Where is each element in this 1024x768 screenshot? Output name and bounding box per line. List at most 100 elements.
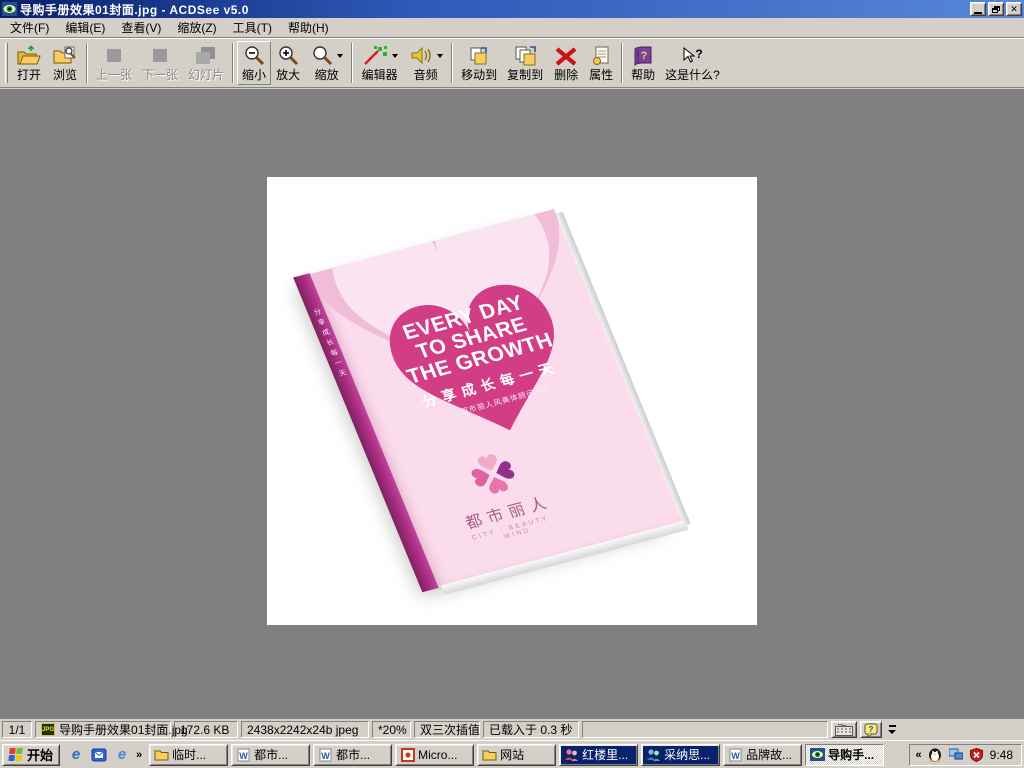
zoom-menu-button[interactable]: 缩放 bbox=[305, 41, 348, 85]
task-label: 网站 bbox=[500, 746, 524, 763]
task-word-doc-2[interactable]: W 都市... bbox=[313, 744, 392, 766]
help-bubble-icon: ? bbox=[864, 723, 878, 737]
menu-zoom[interactable]: 缩放(Z) bbox=[169, 17, 224, 38]
help-book-icon: ? bbox=[631, 45, 655, 67]
properties-label: 属性 bbox=[589, 68, 613, 82]
delete-label: 删除 bbox=[554, 68, 578, 82]
close-icon: ✕ bbox=[1010, 4, 1018, 15]
previous-icon bbox=[101, 45, 127, 67]
zoom-in-button[interactable]: 放大 bbox=[271, 41, 305, 85]
toolbar-separator bbox=[351, 43, 353, 83]
restore-button[interactable] bbox=[988, 2, 1004, 16]
delete-button[interactable]: 删除 bbox=[548, 41, 584, 85]
status-filesize: 172.6 KB bbox=[174, 721, 238, 738]
menu-tools[interactable]: 工具(T) bbox=[225, 17, 280, 38]
task-word-doc-3[interactable]: W 品牌故... bbox=[723, 744, 802, 766]
acdsee-app-icon bbox=[2, 2, 17, 16]
mail-window-icon bbox=[91, 747, 107, 763]
system-tray: « 9:48 bbox=[909, 744, 1022, 766]
ie-icon[interactable]: e bbox=[67, 746, 85, 764]
help-button[interactable]: ? 帮助 bbox=[626, 41, 660, 85]
chevron-down-icon bbox=[437, 54, 443, 58]
menu-file[interactable]: 文件(F) bbox=[2, 17, 57, 38]
status-help-button[interactable]: ? bbox=[860, 721, 882, 738]
quick-launch: e e » bbox=[63, 746, 146, 764]
whats-this-button[interactable]: ? 这是什么? bbox=[660, 41, 725, 85]
whats-this-label: 这是什么? bbox=[665, 68, 720, 82]
qq-penguin-icon[interactable] bbox=[927, 747, 943, 763]
toolbar: 打开 浏览 上一张 下一张 幻灯片 bbox=[0, 39, 1024, 88]
task-label: 临时... bbox=[172, 746, 206, 763]
close-button[interactable]: ✕ bbox=[1006, 2, 1022, 16]
open-button[interactable]: 打开 bbox=[11, 41, 47, 85]
audio-button[interactable]: 音频 bbox=[403, 41, 448, 85]
task-label: 都市... bbox=[336, 746, 370, 763]
antivirus-shield-icon[interactable] bbox=[969, 747, 985, 763]
status-zoom-level: *20% bbox=[372, 721, 411, 738]
editor-label: 编辑器 bbox=[362, 68, 398, 82]
browse-icon bbox=[52, 45, 78, 67]
statusbar-resize-gadget[interactable] bbox=[885, 721, 899, 738]
jpg-file-icon: JPG bbox=[41, 723, 55, 736]
toolbar-gripper[interactable] bbox=[5, 43, 8, 83]
open-folder-icon bbox=[16, 45, 42, 67]
word-icon: W bbox=[318, 748, 333, 762]
svg-text:W: W bbox=[321, 751, 330, 761]
tray-clock: 9:48 bbox=[990, 748, 1013, 762]
mail-icon[interactable] bbox=[90, 746, 108, 764]
zoom-menu-label: 缩放 bbox=[315, 68, 339, 82]
zoom-out-button[interactable]: 缩小 bbox=[237, 41, 271, 85]
ie-channel-icon[interactable]: e bbox=[113, 746, 131, 764]
slideshow-icon bbox=[191, 45, 221, 67]
editor-wand-icon bbox=[361, 45, 389, 67]
properties-button[interactable]: 属性 bbox=[584, 41, 618, 85]
zoom-out-icon bbox=[242, 45, 266, 67]
tray-collapse-chevron[interactable]: « bbox=[916, 749, 922, 761]
toolbar-separator bbox=[232, 43, 234, 83]
move-to-button[interactable]: 移动到 bbox=[456, 41, 502, 85]
task-microsoft-app[interactable]: Micro... bbox=[395, 744, 474, 766]
task-label: 导购手... bbox=[828, 746, 874, 763]
task-folder-linshi[interactable]: 临时... bbox=[149, 744, 228, 766]
chevron-down-icon bbox=[337, 54, 343, 58]
previous-label: 上一张 bbox=[96, 68, 132, 82]
task-label: 采纳思... bbox=[664, 746, 710, 763]
task-qq-chat-2[interactable]: 采纳思... bbox=[641, 744, 720, 766]
quick-launch-overflow-chevron[interactable]: » bbox=[136, 749, 142, 761]
copy-to-button[interactable]: 复制到 bbox=[502, 41, 548, 85]
menu-help[interactable]: 帮助(H) bbox=[280, 17, 337, 38]
minimize-button[interactable] bbox=[970, 2, 986, 16]
browse-button[interactable]: 浏览 bbox=[47, 41, 83, 85]
zoom-icon bbox=[310, 45, 334, 67]
task-label: Micro... bbox=[418, 748, 457, 762]
svg-text:?: ? bbox=[869, 725, 874, 734]
qq-contacts-icon bbox=[564, 748, 579, 762]
zoom-out-label: 缩小 bbox=[242, 68, 266, 82]
restore-icon bbox=[992, 6, 1000, 13]
task-qq-chat-1[interactable]: 红楼里... bbox=[559, 744, 638, 766]
start-button[interactable]: 开始 bbox=[2, 744, 60, 766]
keyboard-button[interactable] bbox=[831, 721, 857, 738]
next-label: 下一张 bbox=[142, 68, 178, 82]
status-index: 1/1 bbox=[2, 721, 32, 738]
window-title: 导购手册效果01封面.jpg - ACDSee v5.0 bbox=[20, 1, 970, 18]
ms-app-icon bbox=[400, 748, 415, 762]
task-acdsee-active[interactable]: 导购手... bbox=[805, 744, 884, 766]
menu-bar: 文件(F) 编辑(E) 查看(V) 缩放(Z) 工具(T) 帮助(H) bbox=[0, 18, 1024, 38]
svg-text:?: ? bbox=[696, 47, 703, 61]
zoom-in-icon bbox=[276, 45, 300, 67]
task-folder-wangzhan[interactable]: 网站 bbox=[477, 744, 556, 766]
keyboard-icon bbox=[835, 724, 853, 736]
viewer-canvas: 分享成长每一天 EVERY DAY TO SHARE THE GROWTH 分享… bbox=[0, 89, 1024, 718]
network-tray-icon[interactable] bbox=[948, 747, 964, 763]
status-bar: 1/1 JPG 导购手册效果01封面.jpg 172.6 KB 2438x224… bbox=[0, 718, 1024, 740]
delete-x-icon bbox=[553, 45, 579, 67]
menu-edit[interactable]: 编辑(E) bbox=[57, 17, 113, 38]
task-word-doc-1[interactable]: W 都市... bbox=[231, 744, 310, 766]
book-mockup: 分享成长每一天 EVERY DAY TO SHARE THE GROWTH 分享… bbox=[310, 209, 682, 586]
help-label: 帮助 bbox=[631, 68, 655, 82]
editor-button[interactable]: 编辑器 bbox=[356, 41, 403, 85]
task-label: 红楼里... bbox=[582, 746, 628, 763]
menu-view[interactable]: 查看(V) bbox=[113, 17, 169, 38]
slideshow-button: 幻灯片 bbox=[183, 41, 229, 85]
